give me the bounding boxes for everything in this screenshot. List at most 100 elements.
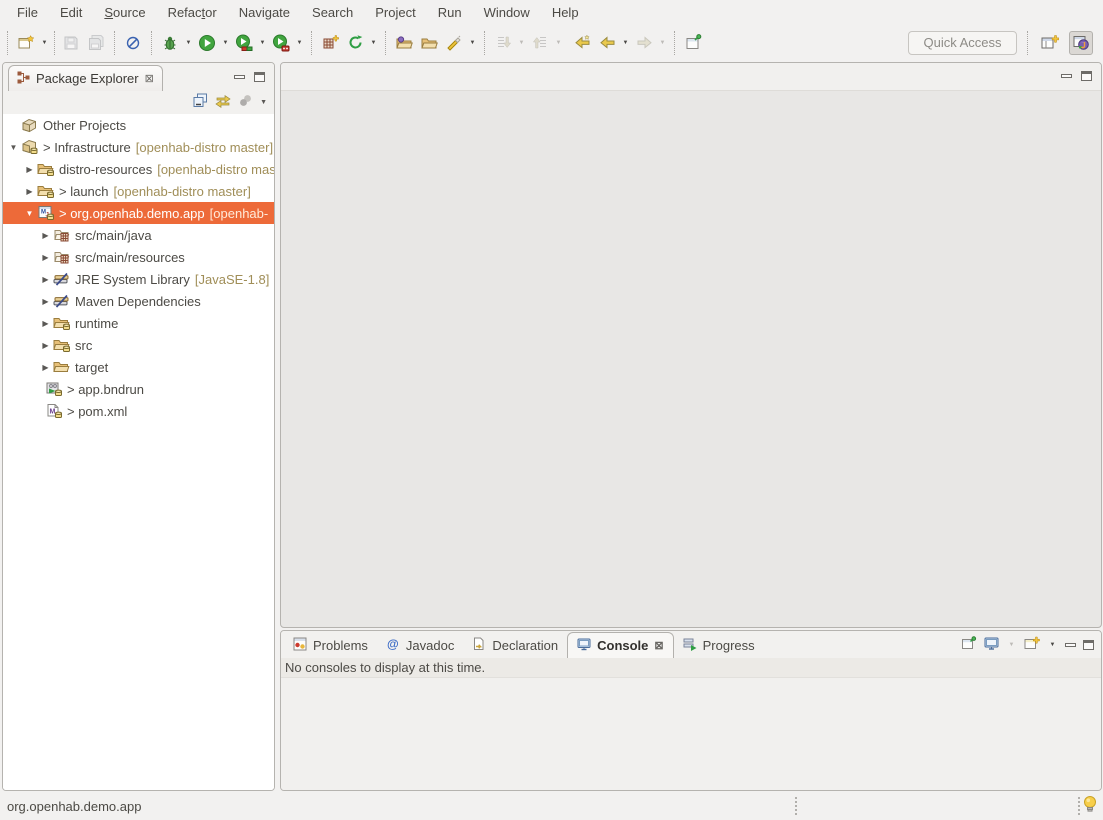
bottom-tab-bar: Problems @ Javadoc Declaration Console ⊠… bbox=[281, 631, 1101, 658]
menu-source[interactable]: Source bbox=[93, 1, 156, 24]
tree-item-org-openhab-demo-app[interactable]: ▼ MJ > org.openhab.demo.app [openhab- bbox=[3, 202, 274, 224]
open-console-icon[interactable] bbox=[1024, 636, 1040, 654]
tree-item-src[interactable]: ▶ src bbox=[3, 334, 274, 356]
expander-icon[interactable]: ▼ bbox=[22, 209, 37, 218]
new-wizard-icon[interactable] bbox=[14, 31, 38, 55]
editor-area bbox=[280, 62, 1102, 628]
tree-item-target[interactable]: ▶ target bbox=[3, 356, 274, 378]
expander-icon[interactable]: ▶ bbox=[38, 297, 53, 306]
expander-icon[interactable]: ▶ bbox=[38, 341, 53, 350]
maximize-icon[interactable] bbox=[254, 72, 265, 82]
tree-item-label: src bbox=[75, 338, 92, 353]
new-java-project-icon[interactable] bbox=[318, 31, 342, 55]
tree-item-src-main-java[interactable]: ▶ src/main/java bbox=[3, 224, 274, 246]
pin-console-icon[interactable] bbox=[961, 636, 977, 654]
close-icon[interactable]: ⊠ bbox=[654, 639, 663, 652]
expander-icon[interactable]: ▶ bbox=[38, 253, 53, 262]
menu-refactor[interactable]: Refactor bbox=[157, 1, 228, 24]
tab-console[interactable]: Console ⊠ bbox=[567, 632, 674, 658]
refresh-icon[interactable] bbox=[343, 31, 367, 55]
skip-all-breakpoints-icon[interactable] bbox=[121, 31, 145, 55]
new-wizard-dropdown[interactable]: ▼ bbox=[39, 40, 50, 46]
menu-project[interactable]: Project bbox=[364, 1, 426, 24]
expander-icon[interactable]: ▶ bbox=[38, 319, 53, 328]
package-explorer-icon bbox=[17, 71, 30, 87]
expander-icon[interactable]: ▶ bbox=[38, 275, 53, 284]
coverage-icon[interactable] bbox=[232, 31, 256, 55]
menu-edit[interactable]: Edit bbox=[49, 1, 93, 24]
tab-package-explorer[interactable]: Package Explorer ⊠ bbox=[8, 65, 163, 91]
close-icon[interactable]: ⊠ bbox=[145, 72, 154, 85]
collapse-all-icon[interactable] bbox=[193, 93, 208, 111]
tab-progress[interactable]: Progress bbox=[674, 633, 764, 658]
menu-help[interactable]: Help bbox=[541, 1, 590, 24]
view-menu-icon[interactable]: ▼ bbox=[260, 99, 267, 106]
expander-icon[interactable]: ▼ bbox=[6, 143, 21, 152]
java-perspective-icon[interactable] bbox=[1069, 31, 1093, 55]
minimize-icon[interactable] bbox=[1065, 643, 1076, 647]
run-dropdown[interactable]: ▼ bbox=[220, 40, 231, 46]
tree-item-pom-xml[interactable]: M > pom.xml bbox=[3, 400, 274, 422]
tree-item-label: > org.openhab.demo.app bbox=[59, 206, 205, 221]
tab-declaration[interactable]: Declaration bbox=[463, 633, 567, 658]
expander-icon[interactable]: ▶ bbox=[38, 231, 53, 240]
back-dropdown[interactable]: ▼ bbox=[620, 40, 631, 46]
tree-item-infrastructure[interactable]: ▼ > Infrastructure [openhab-distro maste… bbox=[3, 136, 274, 158]
jre-decoration: [JavaSE-1.8] bbox=[195, 272, 269, 287]
status-bar: org.openhab.demo.app bbox=[0, 792, 1103, 820]
svg-text:M: M bbox=[50, 409, 56, 416]
tree-item-src-main-resources[interactable]: ▶ src/main/resources bbox=[3, 246, 274, 268]
open-console-dropdown[interactable]: ▼ bbox=[1047, 642, 1058, 648]
run-icon[interactable] bbox=[195, 31, 219, 55]
display-selected-console-icon[interactable] bbox=[984, 636, 999, 654]
tree-item-jre-system-library[interactable]: ▶ JRE System Library [JavaSE-1.8] bbox=[3, 268, 274, 290]
refresh-dropdown[interactable]: ▼ bbox=[368, 40, 379, 46]
toolbar-separator bbox=[1027, 31, 1028, 55]
tree-item-label: > pom.xml bbox=[67, 404, 127, 419]
next-annotation-icon bbox=[491, 31, 515, 55]
debug-dropdown[interactable]: ▼ bbox=[183, 40, 194, 46]
tree-item-distro-resources[interactable]: ▶ distro-resources [openhab-distro maste… bbox=[3, 158, 274, 180]
maximize-icon[interactable] bbox=[1081, 71, 1092, 81]
menu-search[interactable]: Search bbox=[301, 1, 364, 24]
last-edit-location-icon[interactable] bbox=[570, 31, 594, 55]
git-decoration: [openhab- bbox=[210, 206, 269, 221]
back-icon[interactable] bbox=[595, 31, 619, 55]
debug-icon[interactable] bbox=[158, 31, 182, 55]
tree-item-maven-dependencies[interactable]: ▶ Maven Dependencies bbox=[3, 290, 274, 312]
menu-window[interactable]: Window bbox=[473, 1, 541, 24]
menu-run[interactable]: Run bbox=[427, 1, 473, 24]
open-perspective-icon[interactable] bbox=[1038, 31, 1062, 55]
quick-access-button[interactable]: Quick Access bbox=[908, 31, 1017, 55]
tree-item-other-projects[interactable]: Other Projects bbox=[3, 114, 274, 136]
console-view: Problems @ Javadoc Declaration Console ⊠… bbox=[280, 630, 1102, 791]
open-resource-icon[interactable] bbox=[417, 31, 441, 55]
menu-navigate[interactable]: Navigate bbox=[228, 1, 301, 24]
expander-icon[interactable]: ▶ bbox=[38, 363, 53, 372]
pin-editor-icon[interactable] bbox=[681, 31, 705, 55]
expander-icon[interactable]: ▶ bbox=[22, 165, 37, 174]
open-type-icon[interactable] bbox=[392, 31, 416, 55]
profile-dropdown[interactable]: ▼ bbox=[294, 40, 305, 46]
tab-label: Declaration bbox=[492, 638, 558, 653]
tree-item-runtime[interactable]: ▶ runtime bbox=[3, 312, 274, 334]
mark-occurrences-icon[interactable] bbox=[442, 31, 466, 55]
tree-item-app-bndrun[interactable]: > app.bndrun bbox=[3, 378, 274, 400]
lightbulb-icon[interactable] bbox=[1083, 795, 1097, 818]
tab-problems[interactable]: Problems bbox=[284, 633, 377, 658]
forward-dropdown: ▼ bbox=[657, 40, 668, 46]
folder-icon bbox=[53, 337, 71, 353]
working-set-icon bbox=[21, 139, 39, 155]
maximize-icon[interactable] bbox=[1083, 640, 1094, 650]
coverage-dropdown[interactable]: ▼ bbox=[257, 40, 268, 46]
minimize-icon[interactable] bbox=[1061, 74, 1072, 78]
minimize-icon[interactable] bbox=[234, 75, 245, 79]
profile-icon[interactable] bbox=[269, 31, 293, 55]
link-with-editor-icon[interactable] bbox=[215, 93, 231, 111]
expander-icon[interactable]: ▶ bbox=[22, 187, 37, 196]
console-message: No consoles to display at this time. bbox=[281, 658, 1101, 678]
tab-javadoc[interactable]: @ Javadoc bbox=[377, 633, 463, 658]
tree-item-launch[interactable]: ▶ > launch [openhab-distro master] bbox=[3, 180, 274, 202]
menu-file[interactable]: File bbox=[6, 1, 49, 24]
mark-occurrences-dropdown[interactable]: ▼ bbox=[467, 40, 478, 46]
